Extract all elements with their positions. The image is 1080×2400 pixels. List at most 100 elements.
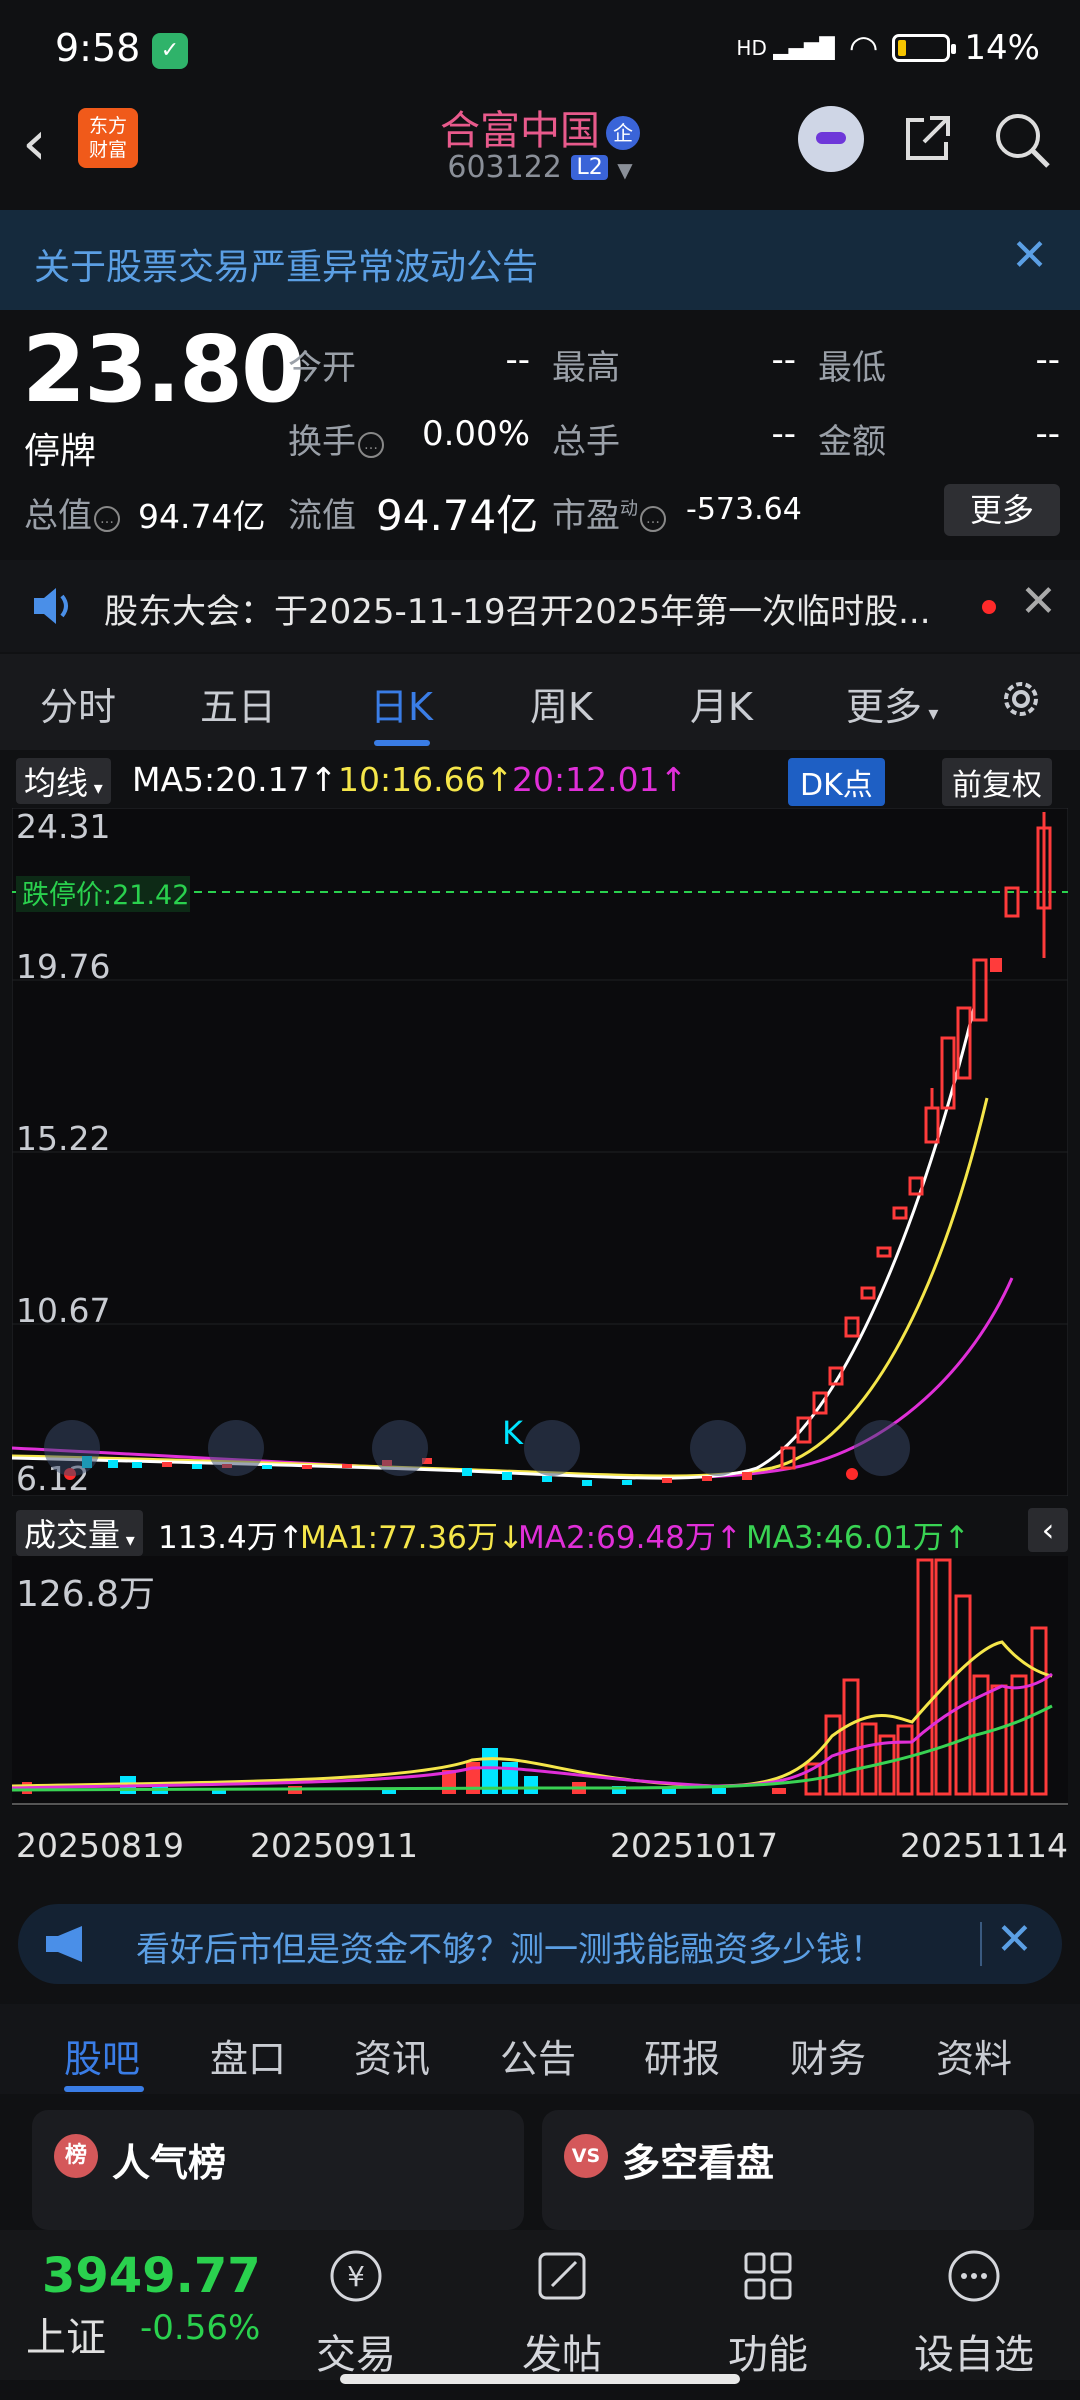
home-indicator	[340, 2374, 740, 2384]
share-icon[interactable]	[900, 110, 956, 166]
collapse-icon[interactable]: ‹	[1028, 1508, 1068, 1552]
float-cap-value: 94.74亿	[376, 491, 539, 540]
level2-badge: L2	[571, 155, 608, 180]
tab-five-day[interactable]: 五日	[200, 676, 276, 731]
assistant-robot-icon[interactable]	[798, 106, 864, 172]
date-label: 20251017	[610, 1826, 778, 1865]
limit-down-label: 跌停价:21.42	[22, 880, 189, 911]
open-label: 今开	[288, 348, 356, 388]
prev-button[interactable]	[524, 1420, 580, 1476]
tab-daily-k[interactable]: 日K	[370, 676, 433, 731]
index-change[interactable]: -0.56%	[140, 2308, 260, 2348]
tab-weekly-k[interactable]: 周K	[530, 676, 593, 731]
float-cap-label: 流值	[288, 496, 356, 536]
tab-finance[interactable]: 财务	[790, 2028, 866, 2083]
pe-label[interactable]: 市盈动…	[552, 488, 666, 537]
nav-trade[interactable]: ¥ 交易	[286, 2246, 426, 2380]
tab-forum[interactable]: 股吧	[64, 2028, 140, 2083]
ma-dropdown[interactable]: 均线 ▾	[16, 758, 111, 804]
shareholder-meeting-bar[interactable]: 股东大会：于2025-11-19召开2025年第一次临时股... ✕	[0, 560, 1080, 652]
info-icon[interactable]: …	[640, 506, 666, 532]
close-icon[interactable]: ✕	[996, 1914, 1033, 1965]
volume-value: 113.4万↑	[158, 1520, 304, 1556]
nav-functions[interactable]: 功能	[698, 2246, 838, 2380]
pe-value: -573.64	[686, 492, 802, 527]
tab-research[interactable]: 研报	[644, 2028, 720, 2083]
announcement-text[interactable]: 关于股票交易严重异常波动公告	[34, 238, 538, 290]
bull-bear-card[interactable]: VS 多空看盘	[542, 2110, 1034, 2230]
info-icon[interactable]: …	[358, 432, 384, 458]
shield-icon: ✓	[152, 33, 188, 69]
scroll-right-button[interactable]	[854, 1420, 910, 1476]
forward-adjust-button[interactable]: 前复权	[942, 758, 1052, 806]
enterprise-badge: 企	[606, 116, 640, 150]
status-icons: HD ▂▄▆█ ◠ 14%	[736, 28, 1040, 68]
tab-monthly-k[interactable]: 月K	[690, 676, 753, 731]
ma10-value: 10:16.66↑	[338, 760, 514, 799]
candlestick-chart[interactable]: 跌停价:21.42 24.31 19.76 15.22 10.67 6.12 K	[12, 808, 1068, 1496]
signal-icon: HD ▂▄▆█	[736, 36, 835, 60]
announcement-banner[interactable]: 关于股票交易严重异常波动公告 ✕	[0, 210, 1080, 310]
next-button[interactable]	[690, 1420, 746, 1476]
wifi-icon: ◠	[848, 28, 879, 68]
y-tick-2: 19.76	[16, 947, 110, 986]
pe-type: 动	[620, 498, 638, 520]
close-icon[interactable]: ✕	[1020, 576, 1057, 627]
date-label: 20250911	[250, 1826, 418, 1865]
tab-intraday[interactable]: 分时	[40, 676, 116, 731]
low-label: 最低	[818, 348, 886, 388]
volume-dropdown[interactable]: 成交量 ▾	[16, 1510, 143, 1556]
nav-add-watchlist[interactable]: 设自选	[904, 2246, 1044, 2380]
amount-value: --	[1035, 414, 1060, 454]
ma20-value: 20:12.01↑	[512, 760, 688, 799]
chart-period-tabs: 分时 五日 日K 周K 月K 更多 ▾	[0, 654, 1080, 752]
popularity-title: 人气榜	[112, 2141, 227, 2185]
current-price: 23.80	[22, 316, 305, 423]
unread-dot	[982, 600, 996, 614]
tab-profile[interactable]: 资料	[936, 2028, 1012, 2083]
volume-label: 总手	[552, 422, 620, 462]
market-cap-value: 94.74亿	[138, 497, 266, 536]
tab-announcements[interactable]: 公告	[500, 2028, 576, 2083]
battery-level: 14%	[964, 28, 1040, 68]
bull-bear-title: 多空看盘	[622, 2141, 775, 2185]
volume-ma2: MA2:69.48万↑	[518, 1520, 742, 1556]
y-tick-max: 24.31	[16, 808, 110, 846]
trading-status: 停牌	[24, 431, 97, 472]
volume-value: --	[771, 414, 796, 454]
volume-chart[interactable]: 126.8万	[12, 1556, 1068, 1806]
popularity-card[interactable]: 榜 人气榜	[32, 2110, 524, 2230]
turnover-value: 0.00%	[421, 414, 530, 454]
turnover-label[interactable]: 换手…	[288, 414, 384, 463]
dk-point-button[interactable]: DK点	[788, 758, 885, 806]
volume-indicator-row: 成交量 ▾ 113.4万↑ MA1:77.36万↓ MA2:69.48万↑ MA…	[0, 1500, 1080, 1556]
ranking-icon: 榜	[54, 2134, 98, 2178]
tab-more[interactable]: 更多 ▾	[846, 676, 938, 731]
financing-ad-text[interactable]: 看好后市但是资金不够？测一测我能融资多少钱！	[136, 1922, 884, 1971]
shareholder-meeting-text[interactable]: 股东大会：于2025-11-19召开2025年第一次临时股...	[104, 584, 931, 633]
index-value[interactable]: 3949.77	[42, 2248, 261, 2304]
tab-news[interactable]: 资讯	[354, 2028, 430, 2083]
status-time: 9:58	[55, 26, 141, 70]
financing-ad-banner[interactable]: 看好后市但是资金不够？测一测我能融资多少钱！ ✕	[18, 1904, 1062, 1984]
info-icon[interactable]: …	[94, 506, 120, 532]
index-name[interactable]: 上证	[26, 2305, 106, 2363]
open-value: --	[505, 340, 530, 380]
speaker-icon	[34, 588, 68, 624]
zoom-out-button[interactable]	[208, 1420, 264, 1476]
nav-post[interactable]: 发帖	[492, 2246, 632, 2380]
market-cap-label[interactable]: 总值…	[24, 488, 120, 537]
low-value: --	[1035, 340, 1060, 380]
zoom-in-button[interactable]	[372, 1420, 428, 1476]
close-icon[interactable]: ✕	[1011, 230, 1048, 281]
y-tick-3: 15.22	[16, 1119, 110, 1158]
tab-order-book[interactable]: 盘口	[210, 2028, 286, 2083]
scroll-left-button[interactable]	[44, 1420, 100, 1476]
divider	[980, 1922, 982, 1966]
active-tab-indicator	[64, 2086, 144, 2092]
gear-icon[interactable]	[996, 674, 1046, 724]
edit-icon	[538, 2252, 586, 2300]
ma-indicator-row: 均线 ▾ MA5:20.17↑ 10:16.66↑ 20:12.01↑	[0, 752, 1080, 808]
search-icon[interactable]	[992, 110, 1052, 170]
more-button[interactable]: 更多	[944, 484, 1060, 536]
